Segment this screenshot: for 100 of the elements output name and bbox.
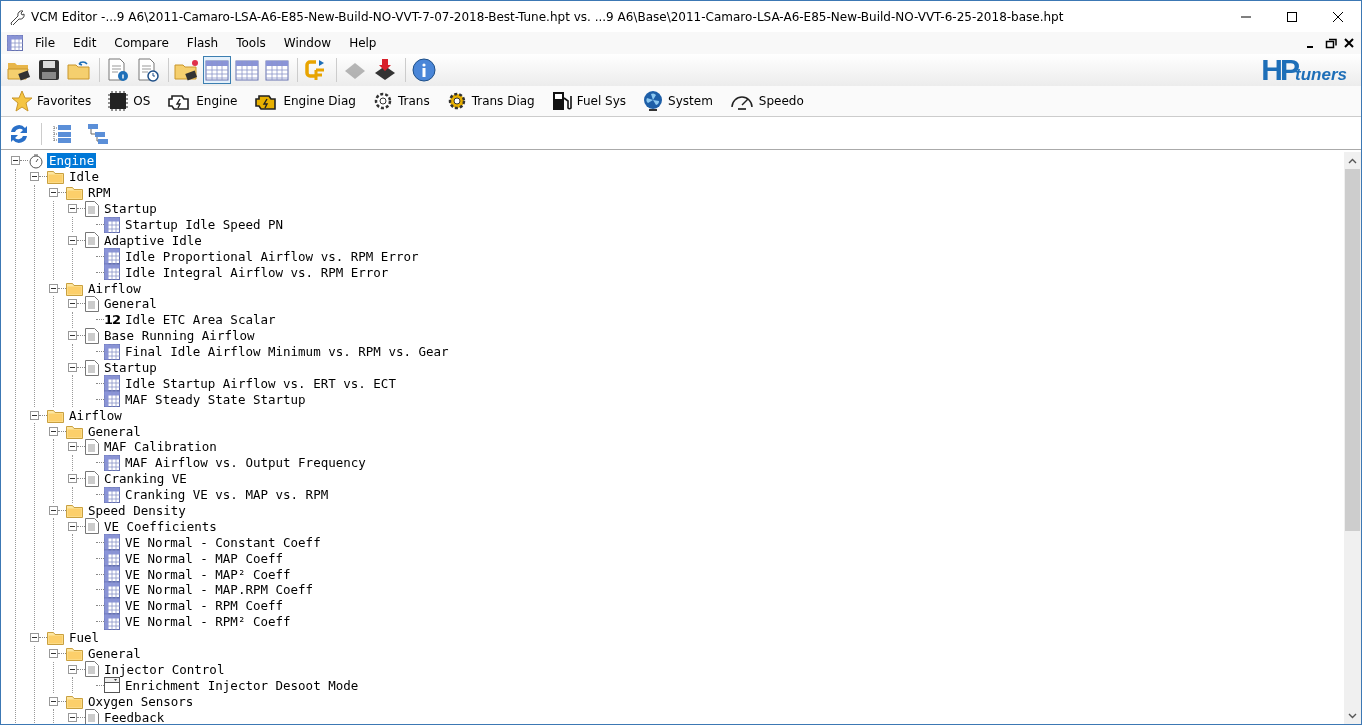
tree-item[interactable]: Airflow <box>86 280 143 296</box>
tree-item[interactable]: VE Normal - MAP.RPM Coeff <box>123 582 316 598</box>
folder-icon <box>66 646 83 662</box>
close-button[interactable] <box>1343 37 1355 49</box>
number-icon: 12 <box>104 312 120 328</box>
table-icon <box>104 486 120 503</box>
collapse-toggle[interactable] <box>30 410 39 420</box>
tree-item[interactable]: Final Idle Airflow Minimum vs. RPM vs. Gear <box>123 344 451 360</box>
collapse-toggle[interactable] <box>30 172 39 182</box>
tree-item[interactable]: Engine <box>47 153 97 169</box>
tree-item[interactable]: Cranking VE <box>102 471 189 487</box>
collapse-toggle[interactable] <box>49 188 58 198</box>
tree-item[interactable]: Feedback <box>102 709 167 724</box>
category-button[interactable]: System <box>636 88 719 114</box>
tree-item[interactable]: MAF Airflow vs. Output Frequency <box>123 455 368 471</box>
collapse-toggle[interactable] <box>49 649 58 659</box>
tree-item[interactable]: Idle <box>67 169 102 185</box>
tree-item[interactable]: Adaptive Idle <box>102 232 204 248</box>
document-info-icon <box>106 58 130 82</box>
document-icon <box>85 470 99 487</box>
folder-icon <box>66 423 83 439</box>
tree-item[interactable]: Idle Integral Airflow vs. RPM Error <box>123 264 391 280</box>
collapse-toggle[interactable] <box>68 299 77 309</box>
category-button[interactable]: Trans Diag <box>439 88 541 114</box>
collapse-toggle[interactable] <box>68 235 77 245</box>
tree-item[interactable]: VE Normal - MAP Coeff <box>123 550 286 566</box>
collapse-toggle[interactable] <box>68 204 77 214</box>
list-tree-icon <box>51 123 73 145</box>
tree-item[interactable]: VE Coefficients <box>102 518 219 534</box>
collapse-toggle[interactable] <box>49 696 58 706</box>
collapse-toggle[interactable] <box>49 283 58 293</box>
tree-item[interactable]: Airflow <box>67 407 124 423</box>
category-button[interactable]: Engine Diag <box>247 88 362 114</box>
tree-item[interactable]: General <box>86 423 143 439</box>
document-icon <box>85 295 99 312</box>
maximize-icon <box>1286 10 1298 23</box>
tree-item[interactable]: Cranking VE vs. MAP vs. RPM <box>123 487 331 503</box>
tree-item[interactable]: General <box>102 296 159 312</box>
tree-item[interactable]: RPM <box>86 185 113 201</box>
minus-icon <box>69 364 76 371</box>
category-button[interactable]: OS <box>101 88 157 114</box>
scrollbar-thumb[interactable] <box>1345 169 1360 531</box>
tree-item[interactable]: Fuel <box>67 630 102 646</box>
tree-item[interactable]: MAF Steady State Startup <box>123 391 308 407</box>
fan-icon <box>642 90 665 112</box>
category-button[interactable]: Trans <box>365 88 436 114</box>
collapse-toggle[interactable] <box>11 156 20 166</box>
collapse-toggle[interactable] <box>68 712 77 722</box>
star-icon <box>11 90 33 112</box>
menu-item[interactable]: Tools <box>227 34 275 52</box>
tree-item[interactable]: Startup <box>102 360 159 375</box>
menu-item[interactable]: Flash <box>177 34 228 52</box>
menu-item[interactable]: Compare <box>105 34 178 52</box>
tree-item[interactable]: Idle Startup Airflow vs. ERT vs. ECT <box>123 375 398 391</box>
toolbar-button[interactable] <box>410 56 438 84</box>
tree-item[interactable]: Oxygen Sensors <box>86 693 196 709</box>
table-icon <box>104 566 120 583</box>
tree-item[interactable]: VE Normal - Constant Coeff <box>123 534 323 550</box>
category-button[interactable]: Fuel Sys <box>544 88 633 114</box>
menu-item[interactable]: File <box>26 34 65 52</box>
table-grid-icon <box>235 59 259 81</box>
folder-icon <box>66 280 83 296</box>
tree-item[interactable]: Speed Density <box>86 503 188 519</box>
collapse-toggle[interactable] <box>49 506 58 516</box>
switch-icon <box>104 677 120 694</box>
logo: HPtuners <box>1261 57 1347 83</box>
collapse-toggle[interactable] <box>68 664 77 674</box>
tree-item[interactable]: MAF Calibration <box>102 439 219 455</box>
tree-item[interactable]: Idle ETC Area Scalar <box>123 312 278 328</box>
table-icon <box>104 454 120 471</box>
category-button[interactable]: Engine <box>160 88 244 114</box>
table-icon <box>104 597 120 614</box>
tree-item[interactable]: Base Running Airflow <box>102 328 257 344</box>
collapse-toggle[interactable] <box>49 426 58 436</box>
tree-item[interactable]: VE Normal - RPM Coeff <box>123 598 286 614</box>
tree-item[interactable]: General <box>86 646 143 662</box>
menu-item[interactable]: Help <box>340 34 386 52</box>
collapse-toggle[interactable] <box>30 633 39 643</box>
restore-button[interactable] <box>1325 37 1337 49</box>
tree-item[interactable]: Startup Idle Speed PN <box>123 217 286 232</box>
tree-item[interactable]: Startup <box>102 201 159 217</box>
folder-icon <box>66 693 83 709</box>
scrollbar[interactable] <box>1344 152 1361 724</box>
menu-item[interactable]: Edit <box>64 34 106 52</box>
menu-item[interactable]: Window <box>274 34 341 52</box>
tree-item[interactable]: Enrichment Injector Desoot Mode <box>123 677 361 693</box>
tree-item[interactable]: VE Normal - MAP² Coeff <box>123 566 293 582</box>
caret-up-icon <box>1348 157 1357 164</box>
collapse-toggle[interactable] <box>68 521 77 531</box>
category-button[interactable]: Favorites <box>5 88 98 114</box>
tree-item[interactable]: Idle Proportional Airflow vs. RPM Error <box>123 248 421 264</box>
tree-item[interactable]: Injector Control <box>102 661 227 677</box>
category-button[interactable]: Speedo <box>722 88 810 114</box>
table-icon <box>104 264 120 281</box>
tree-item[interactable]: VE Normal - RPM² Coeff <box>123 614 293 630</box>
collapse-toggle[interactable] <box>68 442 77 452</box>
collapse-toggle[interactable] <box>68 331 77 341</box>
collapse-toggle[interactable] <box>68 363 77 372</box>
close-icon <box>1343 37 1355 49</box>
collapse-toggle[interactable] <box>68 474 77 484</box>
